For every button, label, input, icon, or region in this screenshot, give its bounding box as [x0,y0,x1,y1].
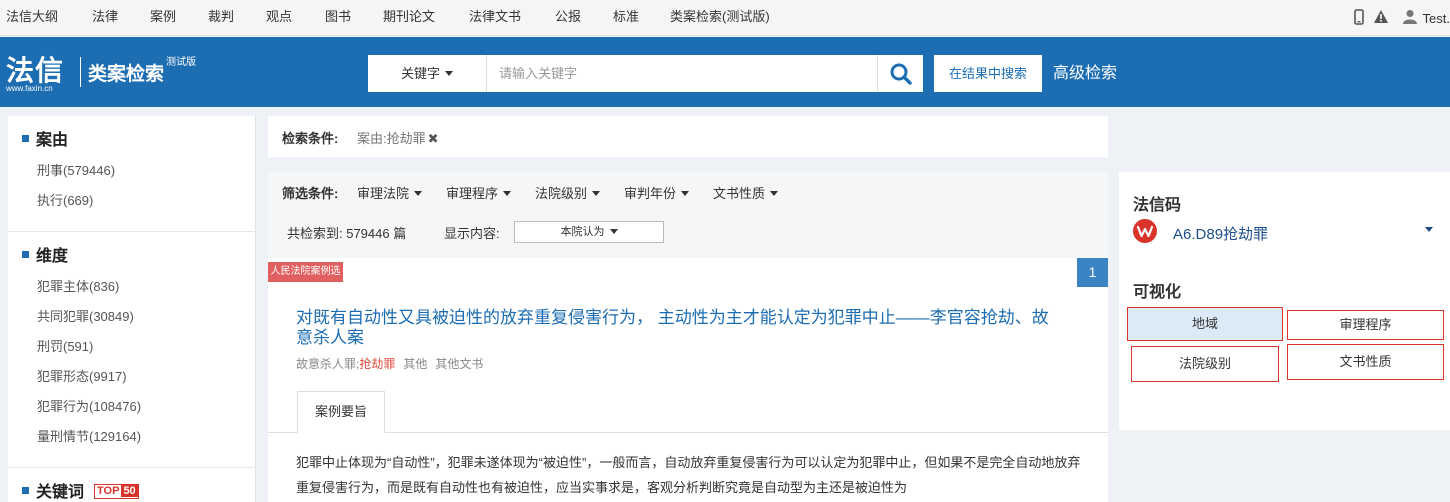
search-conditions: 检索条件: 案由:抢劫罪 ✖ [268,116,1108,157]
search-icon [890,63,912,85]
mobile-icon[interactable] [1353,8,1364,28]
caret-down-icon[interactable] [1425,227,1433,232]
remove-condition-icon[interactable]: ✖ [428,131,439,146]
logo-sub-text: 类案检索 [88,64,165,85]
source-badge: 人民法院案例选 [268,262,343,282]
search-type-dropdown[interactable]: 关键字 [368,55,487,92]
search-button[interactable] [877,55,923,92]
filter-doc-type-dropdown[interactable]: 文书性质 [713,183,779,202]
condition-tag: 案由:抢劫罪 ✖ [357,128,439,147]
filter-year-dropdown[interactable]: 审判年份 [624,183,690,202]
sidebar-section-title-dimension: 维度 [22,242,68,266]
conditions-label: 检索条件: [282,131,339,146]
nav-item-law[interactable]: 法律 [92,0,118,36]
result-card: 人民法院案例选 1 对既有自动性又具被迫性的放弃重复侵害行为， 主动性为主才能认… [268,258,1108,502]
advanced-search-link[interactable]: 高级检索 [1053,55,1117,92]
show-content-select[interactable]: 本院认为 [514,221,664,243]
bullet-icon [22,487,29,495]
filter-court-level-dropdown[interactable]: 法院级别 [535,183,601,202]
nav-item-journals[interactable]: 期刊论文 [383,0,435,36]
result-meta: 故意杀人罪;抢劫罪 其他 其他文书 [296,357,484,371]
filter-label: 筛选条件: [282,186,339,201]
result-summary-text: 犯罪中止体现为“自动性”，犯罪未遂体现为“被迫性”，一般而言，自动放弃重复侵害行… [296,455,1081,495]
logo-divider [80,57,81,87]
sidebar-item-crime-form[interactable]: 犯罪形态(9917) [37,366,127,385]
search-box: 关键字 [368,55,923,92]
caret-down-icon [609,228,618,234]
results-count-bar: 共检索到: 579446 篇 显示内容: 本院认为 [268,210,1108,258]
search-type-label: 关键字 [400,66,440,81]
sidebar-section-title-cause: 案由 [22,126,68,150]
caret-down-icon [445,71,453,77]
top50-badge: TOP 50 [94,484,139,500]
nav-item-outline[interactable]: 法信大纲 [6,0,58,36]
sidebar: 案由 刑事(579446) 执行(669) 维度 犯罪主体(836) 共同犯罪(… [8,116,256,502]
caret-down-icon [503,191,512,197]
show-content-label: 显示内容: [444,226,500,241]
faxin-code-value: A6.D89抢劫罪 [1173,226,1269,243]
bullet-icon [22,135,29,143]
sidebar-item-joint-crime[interactable]: 共同犯罪(30849) [37,306,134,325]
visualization-title: 可视化 [1133,284,1182,301]
logo-url-text: www.faxin.cn [6,84,53,93]
sidebar-section-title-keywords: 关键词 TOP 50 [22,478,139,502]
filter-bar: 筛选条件: 审理法院 审理程序 法院级别 审判年份 文书性质 [268,172,1108,210]
meta-highlight: 抢劫罪 [359,357,396,371]
sidebar-item-sentencing[interactable]: 量刑情节(129164) [37,426,141,445]
tabs-divider [268,432,1108,433]
sidebar-item-penalty[interactable]: 刑罚(591) [37,336,93,355]
nav-item-legal-docs[interactable]: 法律文书 [469,0,521,36]
result-index: 1 [1077,258,1108,287]
sidebar-divider [8,231,256,232]
sidebar-item-crime-act[interactable]: 犯罪行为(108476) [37,396,141,415]
logo-main-text: 法信 [6,54,65,87]
nav-item-similar-case[interactable]: 类案检索(测试版) [670,0,770,36]
caret-down-icon [681,191,690,197]
top-nav: 法信大纲 法律 案例 裁判 观点 图书 期刊论文 法律文书 公报 标准 类案检索… [0,0,1450,36]
viz-region-button[interactable]: 地域 [1127,307,1283,341]
faxin-code-row[interactable]: A6.D89抢劫罪 [1133,219,1433,245]
filter-procedure-dropdown[interactable]: 审理程序 [446,183,512,202]
nav-item-opinions[interactable]: 观点 [266,0,292,36]
faxin-code-title: 法信码 [1133,197,1182,214]
caret-down-icon [770,191,779,197]
logo-beta-text: 测试版 [166,57,196,68]
header: 法信 www.faxin.cn 类案检索 测试版 关键字 在结果中搜索 高级检索 [0,37,1450,107]
nav-item-cases[interactable]: 案例 [150,0,176,36]
sidebar-item-enforcement[interactable]: 执行(669) [37,190,93,209]
condition-tag-text: 案由:抢劫罪 [357,131,426,146]
search-within-results-button[interactable]: 在结果中搜索 [934,55,1042,92]
nav-item-gazette[interactable]: 公报 [555,0,581,36]
filter-court-dropdown[interactable]: 审理法院 [357,183,423,202]
caret-down-icon [414,191,423,197]
faxin-w-icon [1133,219,1157,243]
nav-item-judgments[interactable]: 裁判 [208,0,234,36]
nav-right-tools: Test. [1353,0,1450,36]
bullet-icon [22,251,29,259]
sidebar-item-subject[interactable]: 犯罪主体(836) [37,276,119,295]
viz-doc-type-button[interactable]: 文书性质 [1287,344,1444,380]
right-panel: 法信码 A6.D89抢劫罪 可视化 地域 审理程序 法院级别 文书性质 [1119,172,1450,430]
user-name[interactable]: Test. [1423,11,1450,26]
viz-procedure-button[interactable]: 审理程序 [1287,310,1444,340]
search-input[interactable] [488,55,876,92]
user-icon[interactable] [1402,9,1417,27]
nav-item-standards[interactable]: 标准 [613,0,639,36]
sidebar-divider [8,467,256,468]
nav-item-books[interactable]: 图书 [325,0,351,36]
sidebar-item-criminal[interactable]: 刑事(579446) [37,160,115,179]
viz-court-level-button[interactable]: 法院级别 [1131,346,1279,382]
tab-case-summary[interactable]: 案例要旨 [297,391,385,433]
result-title-link[interactable]: 对既有自动性又具被迫性的放弃重复侵害行为， 主动性为主才能认定为犯罪中止——李官… [296,308,1056,348]
results-count: 共检索到: 579446 篇 [287,226,407,241]
caret-down-icon [592,191,601,197]
warning-icon[interactable] [1373,9,1389,27]
